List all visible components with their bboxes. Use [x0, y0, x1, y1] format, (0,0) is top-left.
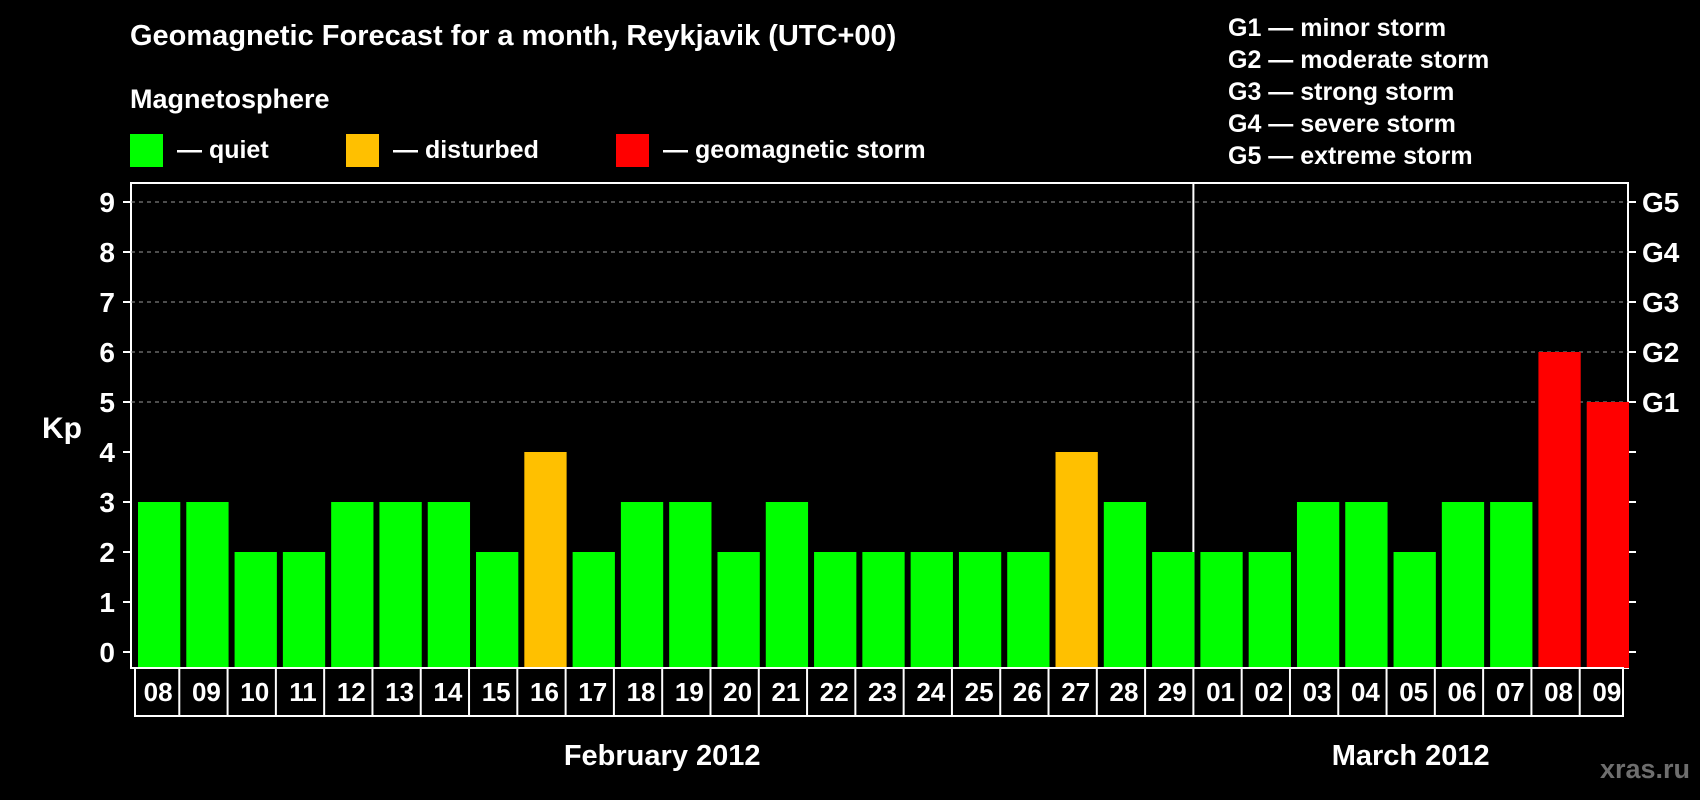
bar-3 — [282, 552, 326, 668]
x-tick-label-12: 20 — [723, 677, 752, 707]
x-tick-label-22: 01 — [1206, 677, 1235, 707]
kp-bar-chart: 0123456789G1G2G3G4G5Kp08 09 10 11 12 13 14 15 16… — [42, 182, 1680, 772]
bar-15 — [862, 552, 905, 668]
month-label-1: March 2012 — [1332, 740, 1490, 772]
bar-30 — [1586, 402, 1629, 668]
x-tick-label-19: 27 — [1061, 677, 1090, 707]
bar-22 — [1200, 552, 1243, 668]
x-tick-label-7: 15 — [482, 677, 511, 707]
right-tick-label-G2: G2 — [1642, 337, 1679, 368]
x-tick-label-26: 05 — [1399, 677, 1428, 707]
bar-26 — [1393, 552, 1436, 668]
bar-1 — [186, 502, 229, 668]
bar-25 — [1345, 502, 1388, 668]
y-tick-label-3: 3 — [99, 487, 115, 518]
x-tick-label-4: 12 — [337, 677, 366, 707]
right-tick-label-G5: G5 — [1642, 187, 1679, 218]
y-tick-label-4: 4 — [99, 437, 115, 468]
right-tick-label-G3: G3 — [1642, 287, 1679, 318]
bar-29 — [1538, 352, 1581, 668]
x-tick-label-16: 24 — [916, 677, 945, 707]
y-tick-label-8: 8 — [99, 237, 115, 268]
bar-8 — [524, 452, 567, 668]
bar-5 — [379, 502, 422, 668]
bar-16 — [910, 552, 953, 668]
y-tick-label-7: 7 — [99, 287, 115, 318]
bar-14 — [814, 552, 857, 668]
bar-21 — [1152, 552, 1195, 668]
x-tick-label-24: 03 — [1303, 677, 1332, 707]
x-tick-label-14: 22 — [820, 677, 849, 707]
bar-28 — [1490, 502, 1533, 668]
bar-0 — [138, 502, 181, 668]
x-tick-label-20: 28 — [1109, 677, 1138, 707]
y-tick-label-0: 0 — [99, 637, 115, 668]
x-tick-label-13: 21 — [771, 677, 800, 707]
y-tick-label-6: 6 — [99, 337, 115, 368]
y-tick-label-1: 1 — [99, 587, 115, 618]
x-tick-label-11: 19 — [675, 677, 704, 707]
bar-6 — [427, 502, 471, 668]
y-tick-label-9: 9 — [99, 187, 115, 218]
x-tick-label-6: 14 — [433, 677, 462, 707]
x-tick-label-21: 29 — [1158, 677, 1187, 707]
bar-9 — [572, 552, 615, 668]
x-tick-label-3: 11 — [289, 677, 317, 707]
x-tick-label-0: 08 — [144, 677, 173, 707]
bar-12 — [717, 552, 760, 668]
bar-4 — [331, 502, 374, 668]
bar-17 — [958, 552, 1002, 668]
x-tick-label-2: 10 — [240, 677, 269, 707]
bar-19 — [1055, 452, 1098, 668]
watermark: xras.ru — [1599, 754, 1690, 784]
bar-10 — [620, 502, 664, 668]
bar-23 — [1248, 552, 1291, 668]
x-tick-label-27: 06 — [1448, 677, 1477, 707]
x-tick-label-28: 07 — [1496, 677, 1525, 707]
y-tick-label-5: 5 — [99, 387, 115, 418]
x-tick-label-9: 17 — [578, 677, 607, 707]
x-tick-label-23: 02 — [1254, 677, 1283, 707]
x-tick-label-18: 26 — [1013, 677, 1042, 707]
bar-18 — [1007, 552, 1050, 668]
x-tick-label-30: 09 — [1592, 677, 1621, 707]
bar-11 — [669, 502, 712, 668]
bar-13 — [765, 502, 809, 668]
x-tick-label-29: 08 — [1544, 677, 1573, 707]
y-tick-label-2: 2 — [99, 537, 115, 568]
right-tick-label-G4: G4 — [1642, 237, 1680, 268]
bar-7 — [476, 552, 519, 668]
right-tick-label-G1: G1 — [1642, 387, 1679, 418]
x-tick-label-17: 25 — [965, 677, 994, 707]
x-tick-label-8: 16 — [530, 677, 559, 707]
x-tick-label-15: 23 — [868, 677, 897, 707]
month-label-0: February 2012 — [564, 740, 761, 772]
x-tick-label-10: 18 — [627, 677, 656, 707]
bar-27 — [1441, 502, 1485, 668]
bar-2 — [234, 552, 277, 668]
y-axis-label: Kp — [42, 412, 82, 445]
x-tick-label-5: 13 — [385, 677, 414, 707]
x-tick-label-1: 09 — [192, 677, 221, 707]
bar-20 — [1103, 502, 1147, 668]
x-tick-label-25: 04 — [1351, 677, 1380, 707]
bar-24 — [1296, 502, 1340, 668]
